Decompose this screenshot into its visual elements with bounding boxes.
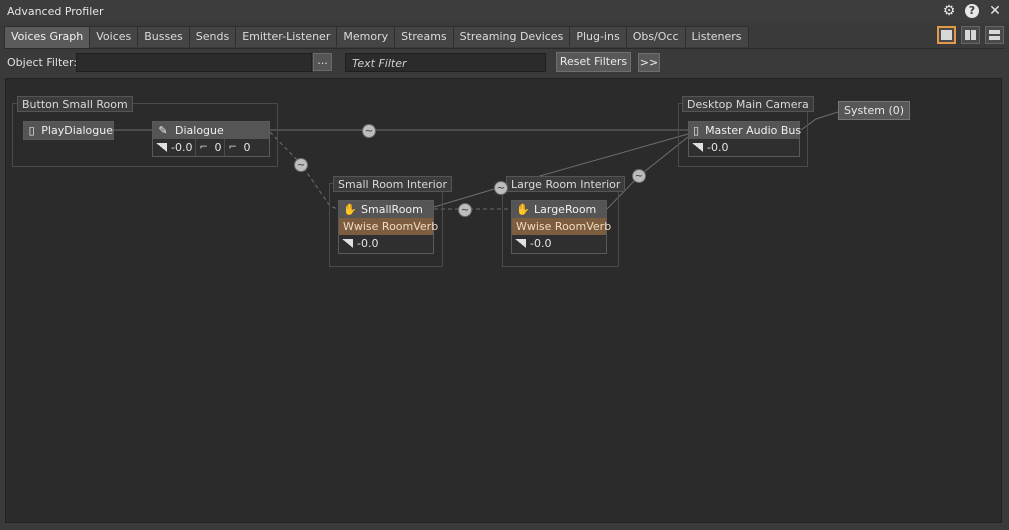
- filter-bar: Object Filter: ... Text Filter Reset Fil…: [0, 51, 1009, 75]
- hand-icon: ✋: [516, 202, 530, 216]
- volume-icon: [156, 143, 167, 152]
- tab-listeners[interactable]: Listeners: [684, 26, 749, 47]
- tab-obs-occ[interactable]: Obs/Occ: [625, 26, 686, 47]
- tab-divider: [4, 48, 1005, 49]
- connection-sine-icon[interactable]: ~: [458, 203, 472, 217]
- node-dialogue[interactable]: ✎ Dialogue -0.0 ⌐ 0 ⌐ 0: [152, 121, 270, 157]
- voice-icon: ✎: [158, 123, 168, 137]
- text-filter-input[interactable]: Text Filter: [345, 53, 546, 72]
- volume-value: -0.0: [357, 237, 379, 250]
- volume-value: -0.0: [530, 237, 552, 250]
- connection-sine-icon[interactable]: ~: [632, 169, 646, 183]
- tab-plug-ins[interactable]: Plug-ins: [569, 26, 627, 47]
- lowpass-icon: ⌐: [199, 142, 208, 153]
- node-name: LargeRoom: [534, 203, 597, 216]
- tab-busses[interactable]: Busses: [137, 26, 190, 47]
- object-filter-label: Object Filter:: [7, 56, 78, 69]
- group-label-desktop-main-camera: Desktop Main Camera: [682, 96, 814, 112]
- tab-streams[interactable]: Streams: [394, 26, 454, 47]
- split-vertical-layout-icon[interactable]: [961, 26, 980, 44]
- more-filters-button[interactable]: >>: [638, 53, 660, 72]
- tab-voices[interactable]: Voices: [89, 26, 139, 47]
- connection-sine-icon[interactable]: ~: [494, 181, 508, 195]
- event-icon: ▯: [28, 123, 35, 137]
- node-name: PlayDialogue: [41, 124, 113, 137]
- tab-streaming-devices[interactable]: Streaming Devices: [452, 26, 571, 47]
- volume-icon: [515, 239, 526, 248]
- tab-memory[interactable]: Memory: [336, 26, 396, 47]
- title-bar: Advanced Profiler ⚙ ? ✕: [0, 0, 1009, 23]
- node-name: SmallRoom: [361, 203, 423, 216]
- group-label-button-small-room: Button Small Room: [17, 96, 133, 112]
- node-large-room[interactable]: ✋ LargeRoom Wwise RoomVerb -0.0: [511, 200, 611, 254]
- system-output-node[interactable]: System (0): [838, 101, 911, 120]
- volume-value: -0.0: [707, 141, 729, 154]
- window-title: Advanced Profiler: [7, 5, 104, 18]
- highpass-icon: ⌐: [228, 142, 237, 153]
- single-layout-icon[interactable]: [937, 26, 956, 44]
- effect-label: Wwise RoomVerb: [339, 218, 438, 235]
- split-horizontal-layout-icon[interactable]: [985, 26, 1004, 44]
- node-name: Master Audio Bus: [705, 124, 802, 137]
- node-small-room[interactable]: ✋ SmallRoom Wwise RoomVerb -0.0: [338, 200, 438, 254]
- gear-icon[interactable]: ⚙: [941, 3, 957, 19]
- reset-filters-button[interactable]: Reset Filters: [556, 52, 631, 72]
- effect-label: Wwise RoomVerb: [512, 218, 611, 235]
- tab-emitter-listener[interactable]: Emitter-Listener: [235, 26, 338, 47]
- node-name: Dialogue: [175, 124, 224, 137]
- volume-value: -0.0: [171, 141, 193, 154]
- tab-sends[interactable]: Sends: [188, 26, 237, 47]
- volume-icon: [692, 143, 703, 152]
- tab-voices-graph[interactable]: Voices Graph: [4, 26, 91, 49]
- object-filter-input[interactable]: [76, 53, 312, 72]
- bus-icon: ▯: [693, 123, 700, 137]
- volume-icon: [342, 239, 353, 248]
- voices-graph-canvas[interactable]: Button Small Room ▯ PlayDialogue ✎ Dialogu…: [5, 78, 1002, 523]
- connection-sine-icon[interactable]: ~: [294, 158, 308, 172]
- group-label-large-room-interior: Large Room Interior: [506, 176, 626, 192]
- highpass-value: 0: [243, 141, 251, 154]
- lowpass-value: 0: [214, 141, 222, 154]
- hand-icon: ✋: [343, 202, 357, 216]
- close-icon[interactable]: ✕: [987, 3, 1003, 19]
- object-filter-browse-button[interactable]: ...: [313, 53, 332, 71]
- connection-sine-icon[interactable]: ~: [362, 124, 376, 138]
- group-label-small-room-interior: Small Room Interior: [333, 176, 452, 192]
- tab-bar: Voices Graph Voices Busses Sends Emitter…: [4, 26, 749, 49]
- node-play-dialogue[interactable]: ▯ PlayDialogue: [23, 121, 114, 140]
- node-master-audio-bus[interactable]: ▯ Master Audio Bus -0.0: [688, 121, 802, 157]
- help-icon[interactable]: ?: [965, 4, 979, 18]
